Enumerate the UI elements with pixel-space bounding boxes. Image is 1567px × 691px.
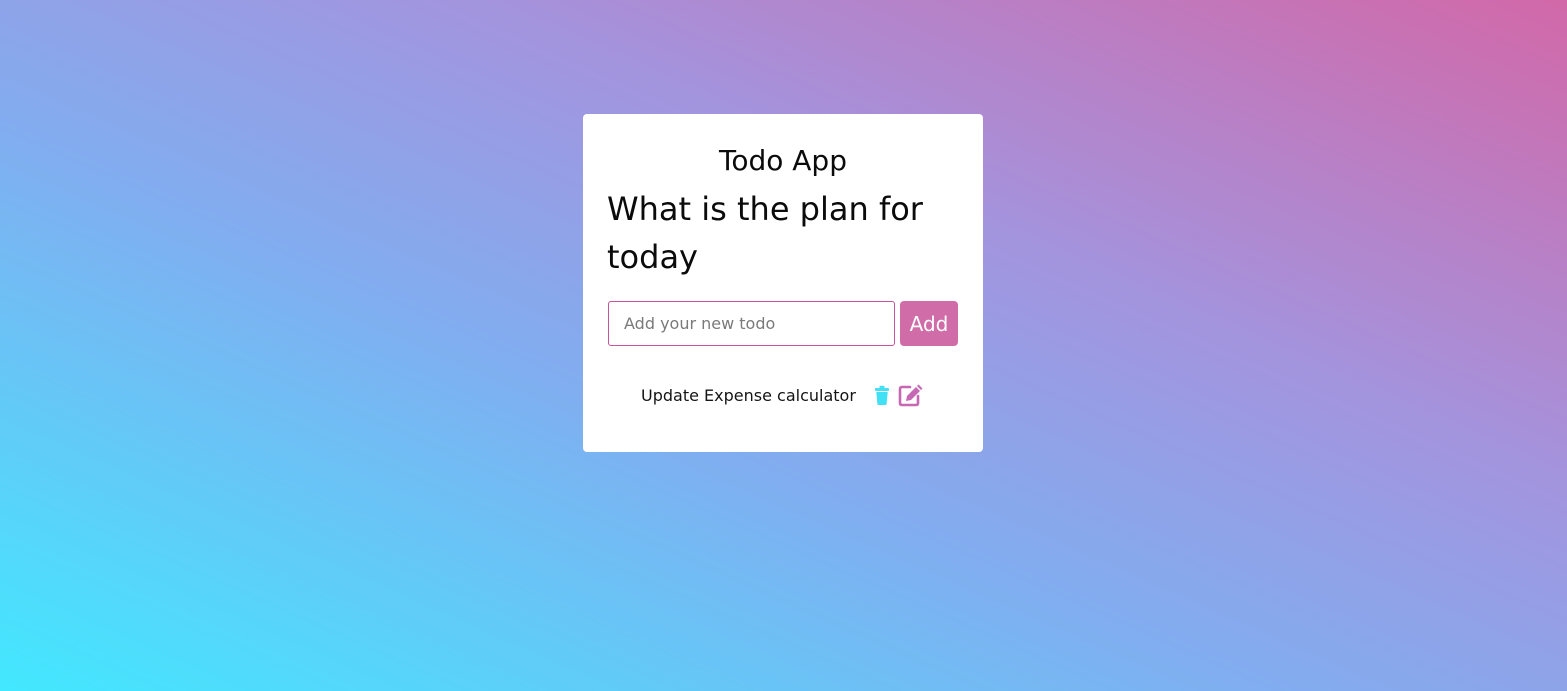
trash-icon	[874, 385, 889, 405]
edit-todo-button[interactable]	[898, 383, 924, 407]
todo-card: Todo App What is the plan for today Add …	[583, 114, 983, 452]
todo-text: Update Expense calculator	[641, 385, 856, 405]
plan-heading: What is the plan for today	[607, 190, 923, 276]
add-todo-button[interactable]: Add	[900, 301, 958, 346]
app-title: Todo App	[719, 144, 847, 177]
delete-todo-button[interactable]	[874, 385, 890, 405]
todo-item: Update Expense calculator	[641, 382, 924, 408]
new-todo-input[interactable]	[608, 301, 895, 346]
edit-icon	[898, 384, 923, 407]
